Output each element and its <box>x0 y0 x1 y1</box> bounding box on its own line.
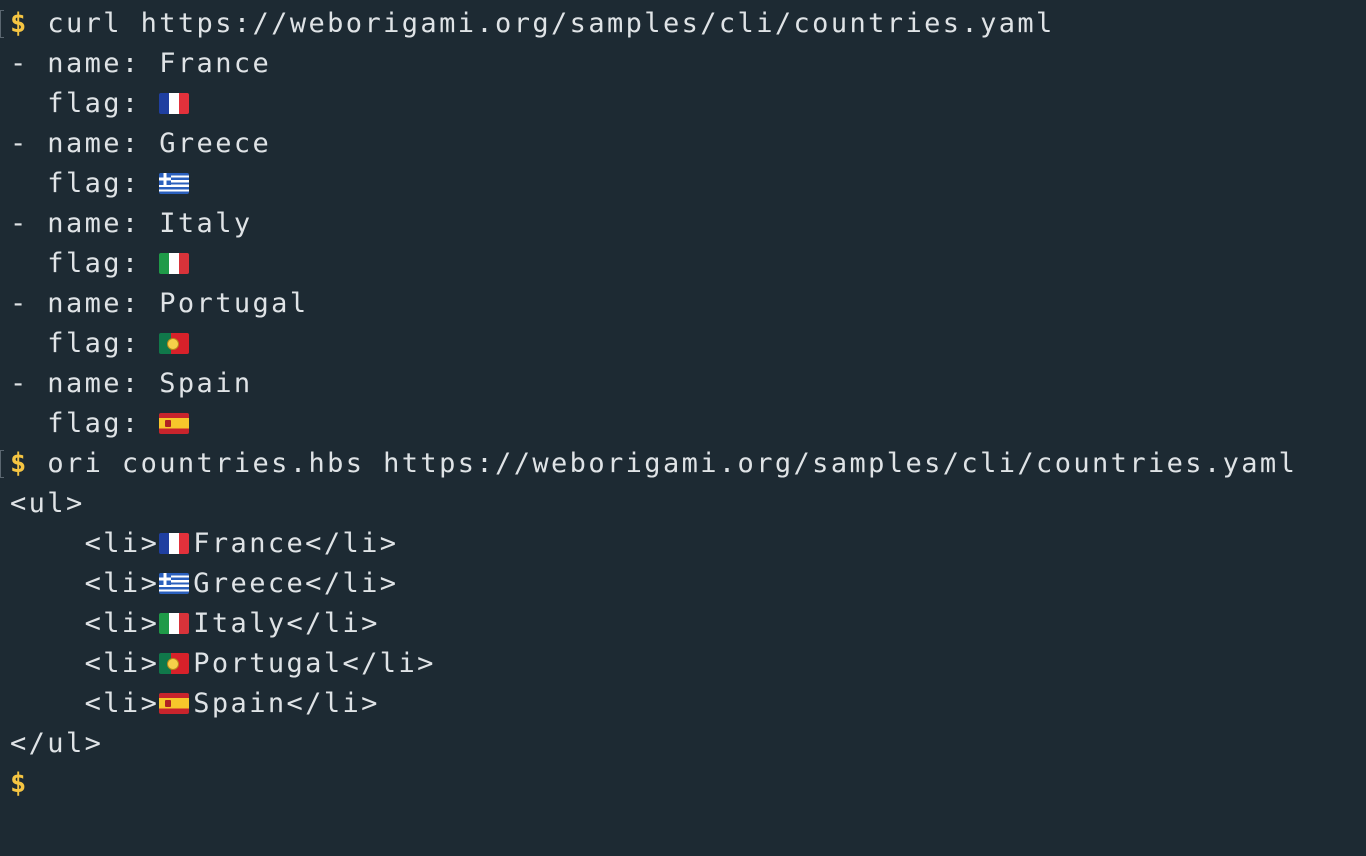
yaml-name-line: - name: Portugal <box>10 288 309 319</box>
flag-italy-icon <box>159 613 190 634</box>
prompt-symbol: $ <box>10 768 29 799</box>
li-open-tag: <li> <box>10 688 160 719</box>
flag-spain-icon <box>159 693 190 714</box>
flag-france-icon <box>159 93 190 114</box>
curl-command: curl https://weborigami.org/samples/cli/… <box>47 8 1055 39</box>
active-prompt-line[interactable]: $ <box>0 764 1366 804</box>
yaml-name-line: - name: Greece <box>10 128 272 159</box>
yaml-flag-line: flag: <box>0 404 1366 444</box>
yaml-flag-line: flag: <box>0 324 1366 364</box>
li-text: Greece</li> <box>193 568 399 599</box>
command-line: $ curl https://weborigami.org/samples/cl… <box>0 4 1366 44</box>
li-text: Italy</li> <box>193 608 380 639</box>
html-open-tag: <ul> <box>10 488 85 519</box>
li-text: France</li> <box>193 528 399 559</box>
flag-greece-icon <box>159 573 190 594</box>
html-list-item: <li> Greece</li> <box>0 564 1366 604</box>
li-open-tag: <li> <box>10 608 160 639</box>
li-open-tag: <li> <box>10 568 160 599</box>
html-list-item: <li> Portugal</li> <box>0 644 1366 684</box>
command-marker <box>0 10 4 38</box>
terminal-window[interactable]: $ curl https://weborigami.org/samples/cl… <box>0 0 1366 856</box>
yaml-flag-line: flag: <box>0 84 1366 124</box>
html-list-item: <li> Spain</li> <box>0 684 1366 724</box>
flag-france-icon <box>159 533 190 554</box>
prompt-symbol: $ <box>10 448 29 479</box>
yaml-flag-line: flag: <box>0 164 1366 204</box>
flag-italy-icon <box>159 253 190 274</box>
flag-portugal-icon <box>159 333 190 354</box>
yaml-name-line: - name: France <box>10 48 272 79</box>
html-list-item: <li> Italy</li> <box>0 604 1366 644</box>
yaml-flag-label: flag: <box>10 168 160 199</box>
yaml-flag-label: flag: <box>10 328 160 359</box>
command-line: $ ori countries.hbs https://weborigami.o… <box>0 444 1366 484</box>
yaml-name-line: - name: Spain <box>10 368 253 399</box>
yaml-flag-label: flag: <box>10 88 160 119</box>
li-open-tag: <li> <box>10 648 160 679</box>
ori-command: ori countries.hbs https://weborigami.org… <box>47 448 1298 479</box>
command-marker <box>0 450 4 478</box>
prompt-symbol: $ <box>10 8 29 39</box>
yaml-flag-line: flag: <box>0 244 1366 284</box>
li-text: Spain</li> <box>193 688 380 719</box>
yaml-name-line: - name: Italy <box>10 208 253 239</box>
flag-spain-icon <box>159 413 190 434</box>
html-close-tag: </ul> <box>10 728 104 759</box>
html-list-item: <li> France</li> <box>0 524 1366 564</box>
li-open-tag: <li> <box>10 528 160 559</box>
flag-portugal-icon <box>159 653 190 674</box>
li-text: Portugal</li> <box>193 648 436 679</box>
yaml-flag-label: flag: <box>10 408 160 439</box>
yaml-flag-label: flag: <box>10 248 160 279</box>
flag-greece-icon <box>159 173 190 194</box>
